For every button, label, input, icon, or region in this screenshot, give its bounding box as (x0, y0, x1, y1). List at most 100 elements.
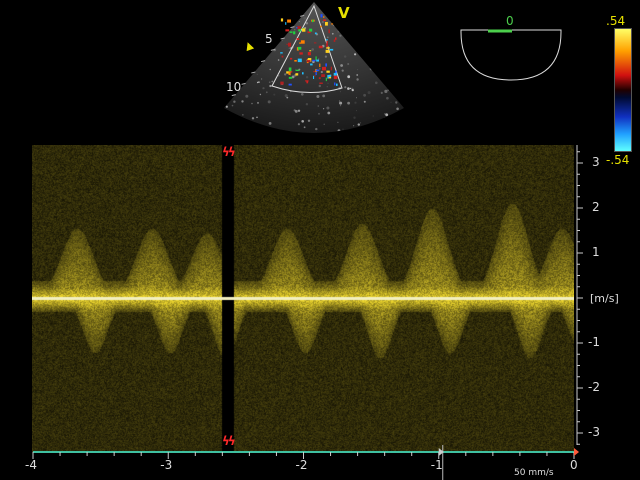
speckle-dot (300, 134, 303, 137)
color-scale-bar (614, 28, 632, 152)
speckle-dot (379, 52, 382, 56)
speckle-dot (317, 105, 320, 107)
speckle-dot (227, 11, 229, 12)
color-flow-pixel (336, 83, 338, 86)
color-flow-pixel (325, 77, 327, 82)
speckle-dot (281, 16, 284, 19)
speckle-dot (228, 61, 231, 64)
speckle-dot (239, 31, 242, 35)
color-flow-pixel (305, 80, 309, 82)
speckle-dot (242, 114, 244, 116)
speckle-dot (301, 120, 304, 123)
speckle-dot (340, 105, 342, 107)
color-flow-pixel (300, 40, 305, 44)
color-flow-pixel (286, 43, 288, 45)
speckle-dot (360, 132, 364, 133)
color-flow-pixel (325, 63, 327, 67)
speckle-dot (271, 4, 275, 8)
color-flow-pixel (314, 42, 317, 44)
speckle-dot (347, 87, 350, 90)
color-flow-pixel (329, 48, 334, 51)
speckle-dot (387, 18, 390, 21)
speckle-dot (289, 10, 291, 12)
depth-mark-5: 5 (265, 32, 273, 46)
speckle-dot (241, 100, 244, 103)
speckle-dot (299, 10, 302, 12)
speckle-dot (318, 113, 320, 115)
velocity-tick-label: -1 (588, 335, 600, 349)
color-scale-max: .54 (606, 14, 626, 28)
speckle-dot (322, 94, 326, 98)
speckle-dot (380, 37, 383, 40)
speckle-dot (381, 3, 385, 7)
speckle-dot (312, 31, 314, 33)
speckle-dot (385, 113, 387, 115)
speckle-dot (294, 110, 298, 113)
speckle-dot (338, 0, 340, 2)
speckle-dot (245, 94, 249, 98)
speckle-dot (231, 104, 234, 107)
color-flow-pixel (315, 69, 320, 72)
time-tick-label: -3 (160, 458, 173, 472)
speckle-dot (350, 27, 351, 29)
speckle-dot (347, 63, 350, 65)
speckle-dot (283, 27, 285, 29)
speckle-dot (337, 30, 340, 33)
speckle-dot (384, 116, 387, 120)
speckle-dot (321, 20, 324, 24)
color-flow-pixel (280, 52, 283, 54)
color-flow-pixel (331, 23, 334, 25)
speckle-dot (253, 10, 256, 12)
speckle-dot (265, 91, 268, 94)
color-flow-pixel (333, 75, 338, 80)
speckle-dot (284, 94, 288, 98)
speckle-dot (390, 29, 394, 33)
speckle-dot (375, 0, 378, 1)
speckle-dot (390, 15, 393, 18)
speckle-dot (399, 120, 403, 124)
color-flow-pixel (310, 63, 313, 66)
color-flow-pixel (318, 45, 323, 49)
color-flow-pixel (302, 72, 304, 75)
speckle-dot (351, 31, 355, 35)
sync-marker-top-icon: ϟϟ (222, 145, 236, 159)
color-flow-pixel (323, 16, 325, 18)
speckle-dot (324, 55, 327, 58)
angle-value: 0 (506, 14, 514, 28)
speckle-dot (347, 75, 351, 79)
color-flow-pixel (306, 60, 311, 63)
speckle-dot (402, 133, 403, 134)
speckle-dot (298, 21, 300, 22)
speckle-dot (344, 86, 347, 89)
speckle-dot (391, 131, 394, 133)
speckle-dot (250, 57, 254, 61)
color-flow-pixel (326, 47, 330, 49)
speckle-dot (226, 64, 229, 67)
speckle-dot (297, 109, 301, 113)
speckle-dot (311, 48, 314, 51)
speckle-dot (331, 32, 334, 35)
speckle-dot (261, 78, 263, 80)
speckle-dot (326, 86, 328, 88)
color-flow-pixel (320, 25, 322, 28)
speckle-dot (291, 18, 295, 22)
speckle-dot (357, 123, 360, 126)
speckle-dot (363, 11, 366, 13)
time-end-marker-icon (574, 448, 579, 456)
speckle-dot (354, 101, 357, 104)
speckle-dot (377, 6, 379, 9)
doppler-spectrum (32, 145, 574, 452)
speckle-dot (275, 137, 276, 138)
color-flow-pixel (319, 63, 321, 67)
speckle-dot (380, 11, 383, 13)
speckle-dot (408, 66, 409, 67)
speckle-dot (327, 82, 329, 84)
speckle-dot (363, 100, 366, 103)
color-flow-pixel (299, 52, 303, 55)
color-flow-pixel (328, 29, 330, 34)
speckle-dot (402, 27, 404, 31)
speckle-dot (305, 22, 309, 25)
speckle-dot (278, 75, 280, 77)
speckle-dot (395, 93, 398, 96)
speckle-dot (305, 76, 309, 79)
